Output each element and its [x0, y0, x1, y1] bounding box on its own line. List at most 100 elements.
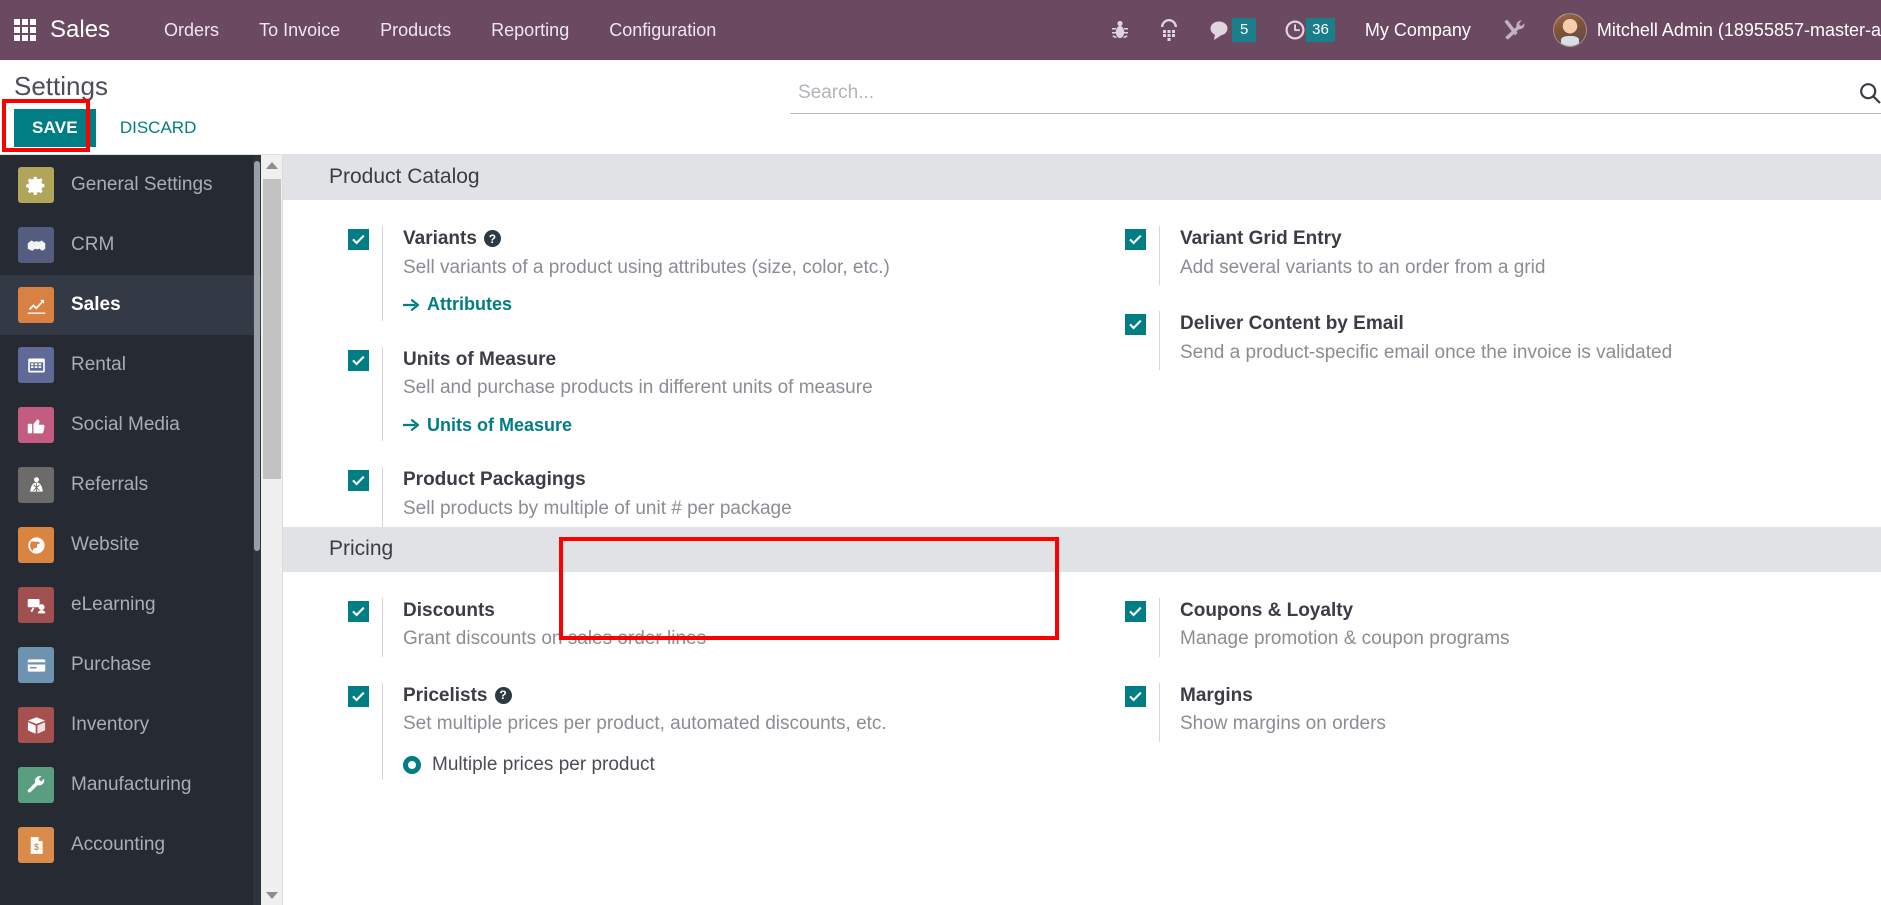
setting-label: Margins — [1180, 684, 1253, 706]
setting-margins: Margins Show margins on orders — [1106, 657, 1881, 742]
setting-body: Deliver Content by Email Send a product-… — [1159, 311, 1673, 371]
chat-bubble-icon — [1210, 21, 1228, 40]
setting-body: Coupons & Loyalty Manage promotion & cou… — [1159, 597, 1510, 657]
help-icon[interactable]: ? — [483, 230, 501, 248]
scroll-down-arrow[interactable] — [261, 885, 282, 905]
checkbox-variants[interactable] — [348, 229, 369, 250]
setting-body: Units of Measure Sell and purchase produ… — [382, 346, 873, 442]
setting-title: Deliver Content by Email — [1180, 311, 1672, 337]
setting-description: Send a product-specific email once the i… — [1180, 341, 1673, 363]
link-units-of-measure[interactable]: Units of Measure — [403, 415, 572, 436]
searchbar[interactable] — [790, 78, 1881, 114]
setting-body: Margins Show margins on orders — [1159, 682, 1386, 742]
save-button[interactable]: SAVE — [14, 108, 96, 147]
checkbox-coupons-loyalty[interactable] — [1125, 600, 1146, 622]
scrollbar-thumb[interactable] — [263, 179, 281, 479]
setting-label: Discounts — [403, 599, 495, 621]
setting-title: Variants ? — [403, 226, 890, 252]
sidebar-item-website[interactable]: Website — [0, 515, 261, 575]
sidebar-item-social-media[interactable]: Social Media — [0, 395, 261, 455]
setting-description: Show margins on orders — [1180, 713, 1386, 735]
help-icon[interactable]: ? — [494, 687, 512, 705]
search-input[interactable] — [798, 82, 1853, 104]
menu-products[interactable]: Products — [360, 0, 471, 60]
sidebar-item-referrals[interactable]: Referrals — [0, 455, 261, 515]
menu-orders[interactable]: Orders — [144, 0, 239, 60]
setting-discounts: Discounts Grant discounts on sales order… — [329, 572, 1082, 657]
credit-card-icon — [18, 647, 54, 683]
settings-sections: Product Catalog Variants ? Sell variants… — [283, 155, 1881, 780]
control-panel: Settings SAVE DISCARD — [0, 60, 1881, 155]
messages-counter[interactable]: 5 — [1194, 0, 1270, 60]
sidebar-item-label: Inventory — [71, 714, 150, 735]
checkbox-units-of-measure[interactable] — [348, 349, 369, 371]
settings-sidebar: General Settings CRM Sales Rental Social Med… — [0, 155, 261, 905]
checkbox-variant-grid-entry[interactable] — [1125, 229, 1146, 250]
sidebar-item-crm[interactable]: CRM — [0, 215, 261, 275]
sidebar-item-rental[interactable]: Rental — [0, 335, 261, 395]
settings-column-left: Variants ? Sell variants of a product us… — [283, 200, 1082, 527]
sidebar-item-label: Referrals — [71, 474, 149, 495]
sidebar-scrollbar[interactable] — [253, 155, 261, 905]
section-header-pricing: Pricing — [283, 526, 1881, 572]
setting-title: Variant Grid Entry — [1180, 226, 1545, 252]
sidebar-item-manufacturing[interactable]: Manufacturing — [0, 755, 261, 815]
chart-line-icon — [18, 287, 54, 323]
menu-to-invoice[interactable]: To Invoice — [239, 0, 360, 60]
settings-content: Product Catalog Variants ? Sell variants… — [283, 155, 1881, 905]
setting-title: Pricelists ? — [403, 683, 887, 709]
setting-body: Product Packagings Sell products by mult… — [382, 467, 792, 527]
setting-pricelists: Pricelists ? Set multiple prices per pro… — [329, 657, 1082, 780]
scroll-up-arrow[interactable] — [261, 155, 282, 175]
bug-icon[interactable] — [1096, 0, 1144, 60]
apps-grid-icon[interactable] — [14, 19, 36, 41]
invoice-dollar-icon: $ — [18, 827, 54, 863]
checkbox-product-packagings[interactable] — [348, 470, 369, 492]
arrow-right-icon — [403, 418, 420, 432]
setting-coupons-loyalty: Coupons & Loyalty Manage promotion & cou… — [1106, 572, 1881, 657]
wrench-icon — [18, 767, 54, 803]
link-attributes[interactable]: Attributes — [403, 294, 512, 315]
sidebar-item-inventory[interactable]: Inventory — [0, 695, 261, 755]
user-menu[interactable]: Mitchell Admin (18955857-master-a — [1541, 13, 1881, 47]
menu-configuration[interactable]: Configuration — [589, 0, 736, 60]
sidebar-item-label: General Settings — [71, 174, 213, 195]
setting-variants: Variants ? Sell variants of a product us… — [329, 200, 1082, 321]
setting-title: Units of Measure — [403, 347, 873, 373]
checkbox-margins[interactable] — [1125, 685, 1146, 707]
setting-body: Variants ? Sell variants of a product us… — [382, 226, 890, 321]
search-icon[interactable] — [1853, 82, 1881, 104]
settings-grid: Discounts Grant discounts on sales order… — [283, 572, 1881, 780]
sidebar-item-sales[interactable]: Sales — [0, 275, 261, 335]
sidebar-item-label: eLearning — [71, 594, 156, 615]
sidebar-item-purchase[interactable]: Purchase — [0, 635, 261, 695]
setting-description: Sell products by multiple of unit # per … — [403, 498, 792, 520]
company-switcher[interactable]: My Company — [1349, 0, 1487, 60]
setting-title: Coupons & Loyalty — [1180, 598, 1510, 624]
checkbox-deliver-content-by-email[interactable] — [1125, 314, 1146, 336]
checkbox-cell — [1125, 311, 1159, 336]
checkbox-cell — [348, 598, 382, 622]
tools-icon[interactable] — [1487, 0, 1541, 60]
sidebar-item-accounting[interactable]: $ Accounting — [0, 815, 261, 875]
avatar — [1552, 13, 1587, 47]
checkbox-pricelists[interactable] — [348, 685, 369, 707]
app-brand-sales[interactable]: Sales — [50, 16, 110, 44]
checkbox-discounts[interactable] — [348, 600, 369, 622]
setting-description: Set multiple prices per product, automat… — [403, 713, 887, 735]
sidebar-item-general-settings[interactable]: General Settings — [0, 155, 261, 215]
navbar-right-group: 5 36 My Company Mitchell Admin (18955857… — [1096, 0, 1881, 60]
messages-badge: 5 — [1232, 18, 1257, 42]
setting-label: Units of Measure — [403, 348, 557, 370]
setting-label: Variants — [403, 228, 477, 249]
menu-reporting[interactable]: Reporting — [471, 0, 589, 60]
discard-button[interactable]: DISCARD — [108, 109, 209, 147]
activities-counter[interactable]: 36 — [1270, 0, 1349, 60]
sidebar-item-elearning[interactable]: eLearning — [0, 575, 261, 635]
settings-column-right: Coupons & Loyalty Manage promotion & cou… — [1082, 572, 1881, 780]
setting-description: Sell variants of a product using attribu… — [403, 256, 890, 278]
radio-multiple-prices-per-product[interactable]: Multiple prices per product — [403, 754, 887, 776]
content-scrollbar[interactable] — [261, 155, 283, 905]
sidebar-item-label: Manufacturing — [71, 774, 192, 795]
phone-dialpad-icon[interactable] — [1144, 0, 1194, 60]
